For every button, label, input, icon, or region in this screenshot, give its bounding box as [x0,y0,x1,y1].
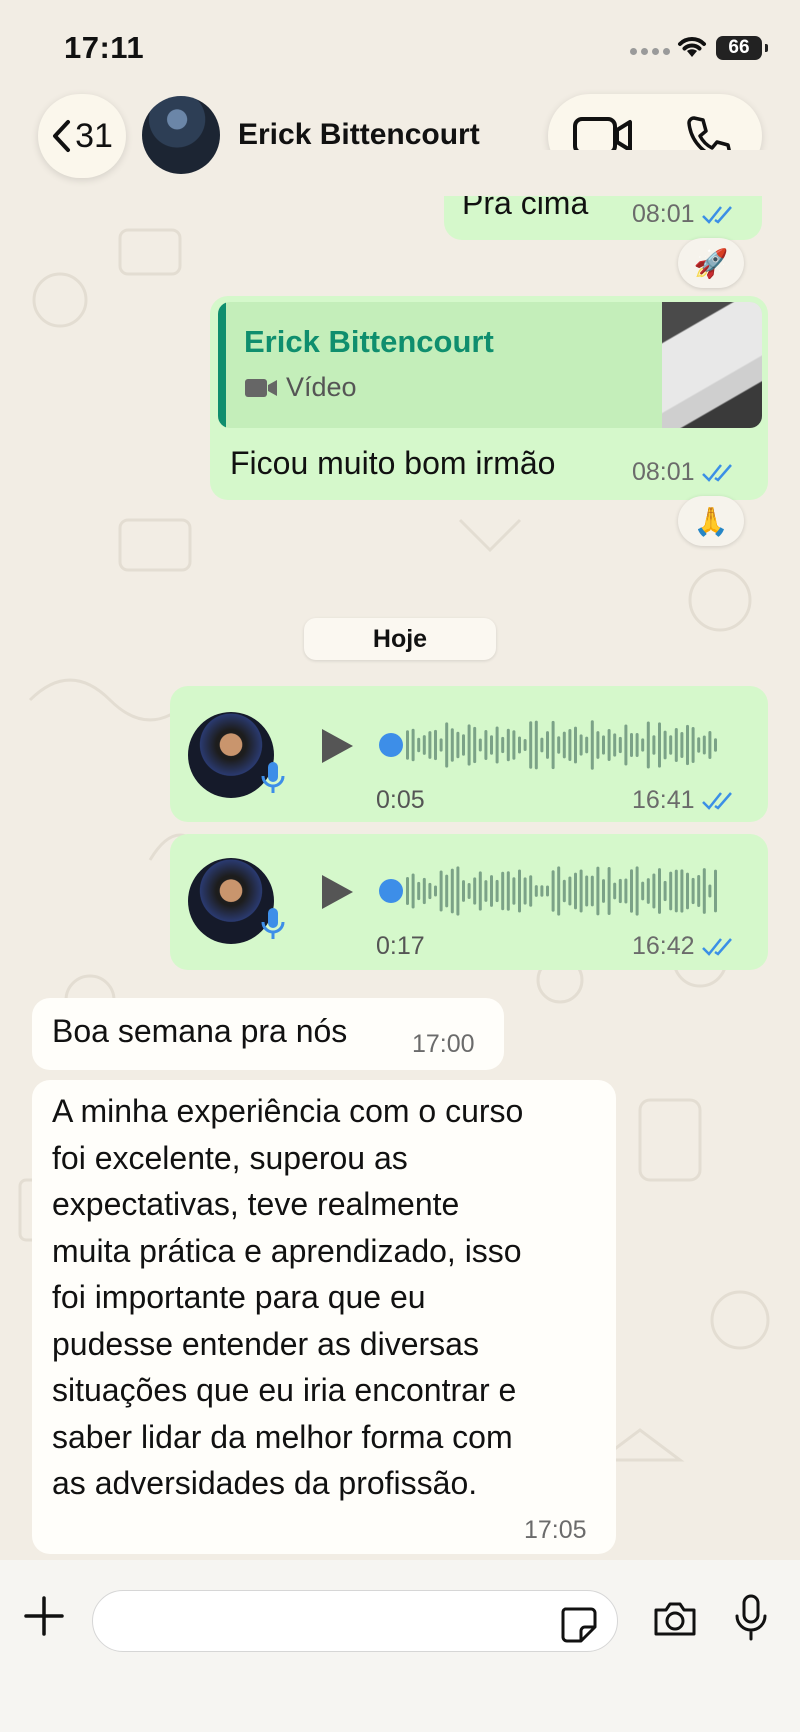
message-line: saber lidar da melhor forma com [52,1418,513,1455]
signal-icon [630,48,670,55]
message-line: situações que eu iria encontrar e [52,1372,517,1408]
reply-media-label: Vídeo [286,372,357,402]
message-time: 08:01 [632,458,695,486]
status-time: 17:11 [64,30,145,65]
message-line: expectativas, teve realmente [52,1186,460,1222]
video-thumbnail [662,302,762,428]
read-receipt-icon [701,791,732,810]
message-input[interactable] [92,1590,618,1652]
message-line: as adversidades da profissão. [52,1465,478,1501]
message-time: 17:05 [524,1516,587,1544]
message-time: 16:41 [632,786,695,814]
reply-media-type: Vídeo [244,372,357,403]
message-time: 08:01 [632,200,695,228]
wifi-icon [678,37,706,57]
message-text: Boa semana pra nós [52,1013,348,1049]
back-button[interactable]: 31 [38,94,126,178]
voice-duration: 0:05 [376,786,425,814]
voice-duration: 0:17 [376,932,425,960]
message-reaction[interactable]: 🚀 [678,238,744,288]
quoted-reply[interactable]: Erick Bittencourt Vídeo [218,302,762,428]
mic-badge-icon [261,762,285,793]
message-line: pudesse entender as diversas [52,1325,479,1362]
chevron-left-icon [53,120,71,152]
message-line: foi excelente, superou as [52,1139,408,1176]
read-receipt-icon [701,205,732,224]
message-meta: 16:42 [632,932,735,961]
unread-count: 31 [75,116,113,155]
message-time: 16:42 [632,932,695,960]
message-line: A minha experiência com o curso [52,1093,524,1129]
read-receipt-icon [701,937,732,956]
message-line: muita prática e aprendizado, isso [52,1232,522,1269]
sticker-icon[interactable] [559,1605,597,1643]
battery-indicator: 66 [716,36,768,60]
message-line: foi importante para que eu [52,1279,426,1315]
camera-icon[interactable] [652,1600,698,1638]
message-reaction[interactable]: 🙏 [678,496,744,546]
microphone-icon[interactable] [734,1594,768,1642]
reply-author: Erick Bittencourt [244,324,494,359]
voice-waveform[interactable] [378,866,738,916]
contact-avatar[interactable] [142,96,220,174]
play-icon[interactable] [318,872,356,912]
mic-badge-icon [261,908,285,939]
reply-accent-bar [218,302,226,428]
voice-waveform[interactable] [378,720,738,770]
composer-bar [0,1560,800,1732]
contact-name[interactable]: Erick Bittencourt [238,118,480,152]
scroll-edge [440,150,770,196]
status-bar: 17:11 66 [0,0,800,90]
message-time: 17:00 [412,1030,475,1058]
message-text-block: A minha experiência com o curso foi exce… [52,1088,523,1507]
video-icon [245,378,277,397]
message-meta: 08:01 [632,458,735,487]
message-meta: 16:41 [632,786,735,815]
message-text: Ficou muito bom irmão [230,445,556,481]
date-separator: Hoje [304,618,496,660]
read-receipt-icon [701,463,732,482]
play-icon[interactable] [318,726,356,766]
message-meta: 08:01 [632,200,735,229]
plus-icon[interactable] [24,1596,64,1636]
